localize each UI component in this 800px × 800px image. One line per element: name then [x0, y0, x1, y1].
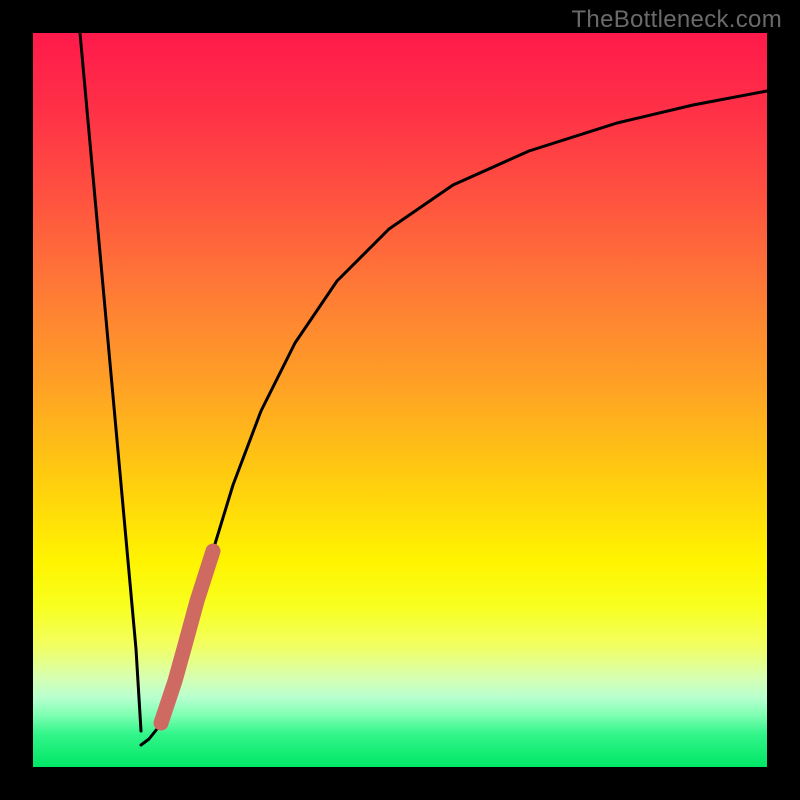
highlight-segment — [161, 551, 213, 723]
watermark-text: TheBottleneck.com — [571, 6, 782, 34]
plot-area — [33, 33, 767, 767]
curve-layer — [33, 33, 767, 767]
curve-right-branch — [141, 91, 767, 745]
outer-frame: TheBottleneck.com — [0, 0, 800, 800]
curve-left-branch — [80, 33, 141, 731]
